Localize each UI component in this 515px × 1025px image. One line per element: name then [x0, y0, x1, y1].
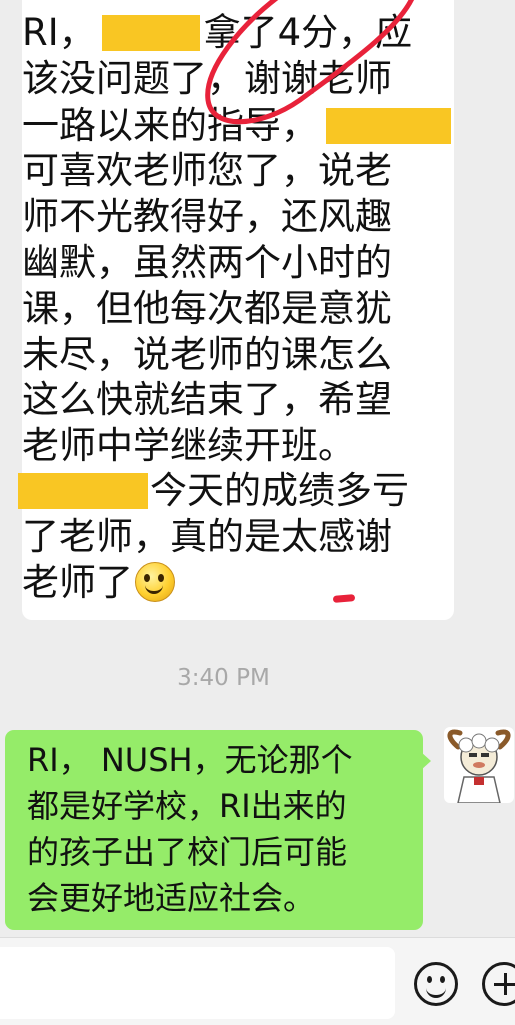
- incoming-line: 一路以来的指导，: [22, 103, 451, 149]
- outgoing-line: 的孩子出了校门后可能: [27, 833, 348, 871]
- message-timestamp: 3:40 PM: [177, 665, 270, 691]
- outgoing-bubble-tail: [421, 752, 431, 770]
- message-text-segment: 可喜欢老师您了，说老: [22, 149, 392, 192]
- emoji-face-icon[interactable]: [414, 962, 458, 1006]
- incoming-line: 幽默，虽然两个小时的: [22, 240, 392, 286]
- incoming-line: 老师中学继续开班。: [22, 423, 355, 469]
- incoming-line: 可喜欢老师您了，说老: [22, 148, 392, 194]
- message-text-segment: 一路以来的指导，: [22, 104, 318, 147]
- message-text-segment: RI，: [22, 11, 96, 54]
- outgoing-line: 会更好地适应社会。: [27, 879, 316, 917]
- incoming-line: 这么快就结束了，希望: [22, 377, 392, 423]
- sheep-cartoon-avatar-icon[interactable]: [444, 727, 514, 803]
- incoming-line: 课，但他每次都是意犹: [22, 286, 392, 332]
- outgoing-line: RI， NUSH，无论那个: [27, 741, 353, 779]
- message-text-segment: 师不光教得好，还风趣: [22, 195, 392, 238]
- outgoing-line: 都是好学校，RI出来的: [27, 787, 347, 825]
- message-text-segment: 课，但他每次都是意犹: [22, 287, 392, 330]
- message-text-segment: 了老师，真的是太感谢: [22, 515, 392, 558]
- incoming-line: 今天的成绩多亏: [18, 468, 409, 514]
- incoming-line: 师不光教得好，还风趣: [22, 194, 392, 240]
- incoming-line: RI， 拿了4分，应: [22, 10, 412, 56]
- incoming-line: 该没问题了，谢谢老师: [22, 56, 392, 102]
- message-text-segment: 幽默，虽然两个小时的: [22, 241, 392, 284]
- redacted-name-block: [18, 473, 148, 509]
- smiley-emoji-icon: [135, 562, 175, 602]
- incoming-line: 未尽，说老师的课怎么: [22, 332, 392, 378]
- redacted-name-block: [326, 108, 451, 144]
- message-text-segment: 未尽，说老师的课怎么: [22, 333, 392, 376]
- message-text-segment: 今天的成绩多亏: [150, 469, 409, 512]
- incoming-line: 了老师，真的是太感谢: [22, 514, 392, 560]
- message-input[interactable]: [0, 947, 395, 1019]
- redacted-name-block: [101, 15, 200, 51]
- message-text-segment: 拿了4分，应: [203, 11, 413, 54]
- message-text-segment: 老师中学继续开班。: [22, 424, 355, 467]
- message-text-segment: 这么快就结束了，希望: [22, 378, 392, 421]
- message-text-segment: 该没问题了，谢谢老师: [22, 57, 392, 100]
- incoming-line: 老师了: [22, 560, 175, 606]
- message-text-segment: 老师了: [22, 561, 133, 604]
